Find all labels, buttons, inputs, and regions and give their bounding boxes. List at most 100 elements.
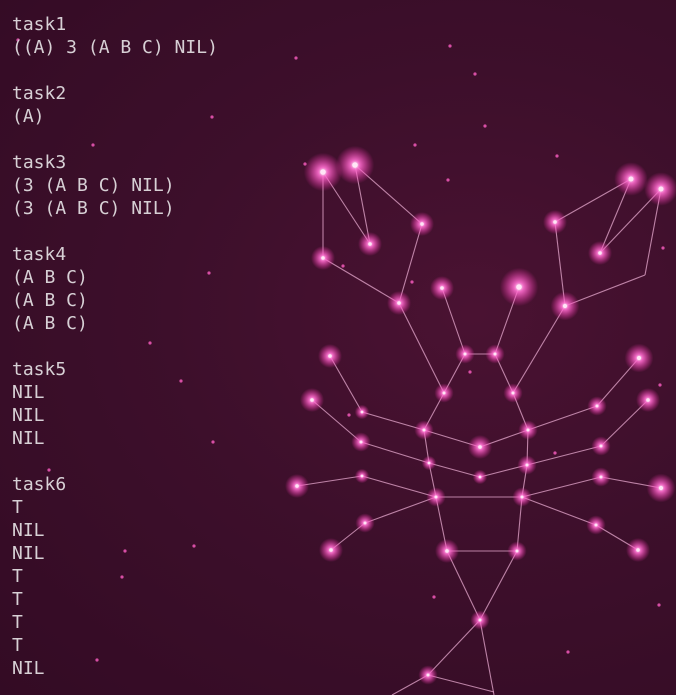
star	[329, 548, 333, 552]
background-star	[657, 603, 661, 607]
background-star	[553, 451, 557, 455]
star	[359, 440, 363, 444]
star	[445, 549, 449, 553]
background-star	[413, 143, 417, 147]
background-star	[468, 370, 472, 374]
background-star	[448, 44, 452, 48]
star	[515, 549, 519, 553]
output-line: T	[12, 566, 23, 587]
background-star	[347, 413, 351, 417]
star	[352, 162, 358, 168]
star	[422, 428, 426, 432]
star	[525, 463, 529, 467]
output-line: (A B C)	[12, 313, 88, 334]
output-line: (3 (A B C) NIL)	[12, 198, 175, 219]
output-line: T	[12, 589, 23, 610]
output-line: NIL	[12, 543, 45, 564]
task-block: task5 NIL NIL NIL	[12, 358, 218, 450]
background-star	[303, 162, 307, 166]
output-line: (A B C)	[12, 267, 88, 288]
task-block: task2 (A)	[12, 82, 218, 128]
star	[562, 303, 568, 309]
star	[363, 521, 367, 525]
star	[310, 398, 314, 402]
output-line: NIL	[12, 382, 45, 403]
star	[636, 355, 642, 361]
star	[628, 176, 634, 182]
star	[427, 461, 431, 465]
star	[360, 410, 364, 414]
star	[320, 169, 326, 175]
star	[598, 251, 602, 255]
background-star	[446, 178, 450, 182]
task-block: task3 (3 (A B C) NIL) (3 (A B C) NIL)	[12, 151, 218, 220]
background-star	[658, 383, 662, 387]
star	[440, 286, 444, 290]
task-block: task4 (A B C) (A B C) (A B C)	[12, 243, 218, 335]
constellation-line	[527, 405, 598, 431]
task-label: task3	[12, 152, 67, 173]
constellation-line	[521, 496, 597, 526]
star	[434, 495, 438, 499]
task-block: task1 ((A) 3 (A B C) NIL)	[12, 13, 218, 59]
output-line: (3 (A B C) NIL)	[12, 175, 175, 196]
star	[368, 242, 372, 246]
star	[420, 222, 424, 226]
constellation-line	[428, 462, 481, 478]
constellation-line	[427, 619, 481, 676]
constellation-line	[479, 619, 495, 695]
output-line: ((A) 3 (A B C) NIL)	[12, 37, 218, 58]
star	[493, 352, 497, 356]
star	[397, 301, 401, 305]
star	[595, 404, 599, 408]
star	[553, 220, 557, 224]
constellation-line	[361, 411, 425, 431]
star	[511, 391, 515, 395]
background-star	[555, 154, 559, 158]
star	[599, 475, 603, 479]
star	[658, 485, 664, 491]
star	[599, 444, 603, 448]
output-line: T	[12, 612, 23, 633]
star	[442, 391, 446, 395]
output-line: NIL	[12, 658, 45, 679]
constellation-line	[479, 550, 518, 621]
output-line: NIL	[12, 428, 45, 449]
star	[321, 256, 325, 260]
task-block: task6 T NIL NIL T T T T NIL	[12, 473, 218, 680]
star	[516, 284, 522, 290]
constellation-line	[361, 475, 437, 498]
task-label: task6	[12, 474, 67, 495]
star	[478, 475, 482, 479]
constellation-line	[398, 302, 445, 394]
constellation-line	[398, 223, 423, 304]
star	[426, 673, 430, 677]
task-label: task5	[12, 359, 67, 380]
background-star	[566, 650, 570, 654]
task-label: task4	[12, 244, 67, 265]
star	[520, 495, 524, 499]
star	[360, 474, 364, 478]
star	[594, 523, 598, 527]
star	[463, 352, 467, 356]
star	[478, 445, 482, 449]
background-star	[432, 595, 436, 599]
task-label: task1	[12, 14, 67, 35]
output-line: T	[12, 635, 23, 656]
output-line: T	[12, 497, 23, 518]
output-line: NIL	[12, 520, 45, 541]
constellation-line	[364, 496, 437, 524]
background-star	[410, 280, 414, 284]
background-star	[294, 56, 298, 60]
constellation-line	[322, 257, 400, 304]
background-star	[661, 246, 665, 250]
terminal-output: task1 ((A) 3 (A B C) NIL) task2 (A) task3 (3 …	[12, 13, 218, 695]
constellation-line	[360, 441, 430, 464]
constellation-line	[512, 305, 566, 394]
output-line: (A)	[12, 106, 45, 127]
star	[328, 354, 332, 358]
task-label: task2	[12, 83, 67, 104]
constellation-line	[526, 445, 602, 466]
background-star	[483, 124, 487, 128]
star	[636, 548, 640, 552]
